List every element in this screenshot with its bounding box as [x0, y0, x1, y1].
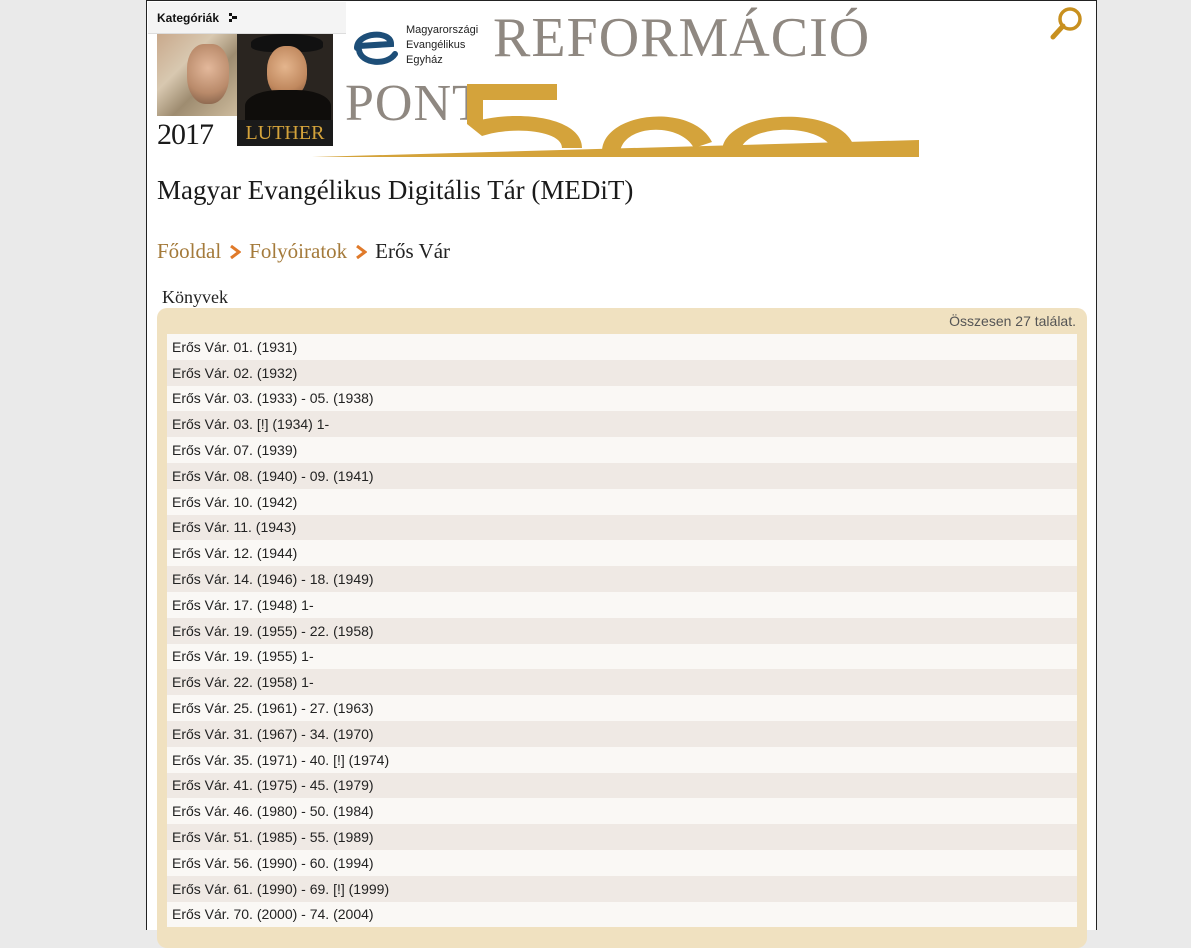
banner-500-graphic: [312, 84, 919, 157]
list-item[interactable]: Erős Vár. 41. (1975) - 45. (1979): [167, 772, 1077, 799]
list-item[interactable]: Erős Vár. 03. [!] (1934) 1-: [167, 411, 1077, 438]
list-item[interactable]: Erős Vár. 17. (1948) 1-: [167, 591, 1077, 618]
chevron-right-icon: [230, 244, 242, 259]
results-panel: Összesen 27 találat. Erős Vár. 01. (1931…: [157, 308, 1087, 948]
church-name: Magyarországi Evangélikus Egyház: [406, 24, 479, 66]
list-item[interactable]: Erős Vár. 22. (1958) 1-: [167, 669, 1077, 696]
banner-title: REFORMÁCIÓ: [493, 7, 871, 69]
list-item[interactable]: Erős Vár. 19. (1955) - 22. (1958): [167, 617, 1077, 644]
list-item[interactable]: Erős Vár. 56. (1990) - 60. (1994): [167, 849, 1077, 876]
list-item[interactable]: Erős Vár. 10. (1942): [167, 488, 1077, 515]
results-count: Összesen 27 találat.: [949, 313, 1076, 329]
list-item[interactable]: Erős Vár. 07. (1939): [167, 437, 1077, 463]
categories-label: Kategóriák: [157, 10, 220, 25]
list-item[interactable]: Erős Vár. 11. (1943): [167, 514, 1077, 541]
portrait-image-left: [157, 34, 237, 116]
banner: 2017 LUTHER Magyarországi Evangélikus Eg…: [157, 7, 919, 157]
chevron-right-icon: [229, 12, 238, 22]
list-item[interactable]: Erős Vár. 19. (1955) 1-: [167, 643, 1077, 670]
list-item[interactable]: Erős Vár. 70. (2000) - 74. (2004): [167, 901, 1077, 928]
list-item[interactable]: Erős Vár. 08. (1940) - 09. (1941): [167, 462, 1077, 489]
search-icon[interactable]: [1050, 5, 1086, 41]
chevron-right-icon: [356, 244, 368, 259]
breadcrumb: Főoldal Folyóiratok Erős Vár: [157, 239, 450, 264]
site-title: Magyar Evangélikus Digitális Tár (MEDiT): [157, 175, 634, 205]
list-item[interactable]: Erős Vár. 12. (1944): [167, 540, 1077, 567]
list-item[interactable]: Erős Vár. 46. (1980) - 50. (1984): [167, 798, 1077, 825]
breadcrumb-current: Erős Vár: [375, 239, 451, 263]
list-item[interactable]: Erős Vár. 02. (1932): [167, 359, 1077, 386]
page-container: Kategóriák 2017 LUTHER Magyarországi Eva…: [146, 0, 1097, 948]
list-item[interactable]: Erős Vár. 01. (1931): [167, 334, 1077, 360]
list-item[interactable]: Erős Vár. 25. (1961) - 27. (1963): [167, 695, 1077, 721]
results-list: Erős Vár. 01. (1931) Erős Vár. 02. (1932…: [167, 334, 1077, 928]
list-item[interactable]: Erős Vár. 35. (1971) - 40. [!] (1974): [167, 746, 1077, 773]
list-item[interactable]: Erős Vár. 03. (1933) - 05. (1938): [167, 385, 1077, 412]
list-item[interactable]: Erős Vár. 61. (1990) - 69. [!] (1999): [167, 875, 1077, 902]
breadcrumb-home-link[interactable]: Főoldal: [157, 239, 221, 264]
list-item[interactable]: Erős Vár. 51. (1985) - 55. (1989): [167, 824, 1077, 850]
banner-year: 2017: [157, 118, 214, 151]
breadcrumb-periodicals-link[interactable]: Folyóiratok: [249, 239, 347, 264]
list-item[interactable]: Erős Vár. 14. (1946) - 18. (1949): [167, 566, 1077, 592]
list-item[interactable]: Erős Vár. 31. (1967) - 34. (1970): [167, 720, 1077, 747]
section-label: Könyvek: [162, 287, 228, 307]
church-logo-icon: [354, 31, 398, 65]
categories-tab[interactable]: Kategóriák: [148, 2, 346, 34]
